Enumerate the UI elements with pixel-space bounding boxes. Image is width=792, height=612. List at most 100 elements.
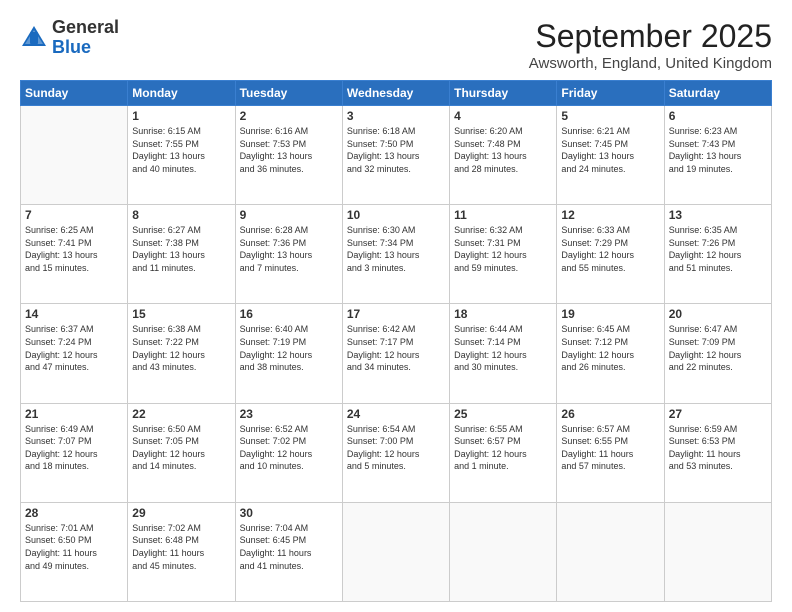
day-number: 26 <box>561 407 659 421</box>
day-info: Sunrise: 6:35 AM Sunset: 7:26 PM Dayligh… <box>669 224 767 274</box>
title-block: September 2025 Awsworth, England, United… <box>529 18 772 72</box>
day-number: 23 <box>240 407 338 421</box>
calendar-cell <box>557 502 664 601</box>
day-number: 13 <box>669 208 767 222</box>
day-info: Sunrise: 6:55 AM Sunset: 6:57 PM Dayligh… <box>454 423 552 473</box>
calendar-table: SundayMondayTuesdayWednesdayThursdayFrid… <box>20 80 772 602</box>
calendar-cell: 18 Sunrise: 6:44 AM Sunset: 7:14 PM Dayli… <box>450 304 557 403</box>
day-number: 27 <box>669 407 767 421</box>
day-number: 18 <box>454 307 552 321</box>
day-info: Sunrise: 6:45 AM Sunset: 7:12 PM Dayligh… <box>561 323 659 373</box>
calendar-cell: 26 Sunrise: 6:57 AM Sunset: 6:55 PM Dayli… <box>557 403 664 502</box>
day-number: 5 <box>561 109 659 123</box>
day-info: Sunrise: 6:50 AM Sunset: 7:05 PM Dayligh… <box>132 423 230 473</box>
calendar-cell: 10Sunrise: 6:30 AM Sunset: 7:34 PM Dayli… <box>342 205 449 304</box>
day-number: 6 <box>669 109 767 123</box>
weekday-header-wednesday: Wednesday <box>342 81 449 106</box>
day-number: 8 <box>132 208 230 222</box>
day-info: Sunrise: 7:01 AM Sunset: 6:50 PM Dayligh… <box>25 522 123 572</box>
calendar-cell: 2Sunrise: 6:16 AM Sunset: 7:53 PM Daylig… <box>235 106 342 205</box>
day-info: Sunrise: 6:25 AM Sunset: 7:41 PM Dayligh… <box>25 224 123 274</box>
day-number: 30 <box>240 506 338 520</box>
calendar-cell: 17 Sunrise: 6:42 AM Sunset: 7:17 PM Dayli… <box>342 304 449 403</box>
logo-icon <box>20 24 48 52</box>
location-subtitle: Awsworth, England, United Kingdom <box>529 55 772 72</box>
page: General Blue September 2025 Awsworth, En… <box>0 0 792 612</box>
calendar-cell: 16 Sunrise: 6:40 AM Sunset: 7:19 PM Dayli… <box>235 304 342 403</box>
day-number: 17 <box>347 307 445 321</box>
week-row-4: 21Sunrise: 6:49 AM Sunset: 7:07 PM Dayli… <box>21 403 772 502</box>
day-number: 7 <box>25 208 123 222</box>
calendar-cell: 21Sunrise: 6:49 AM Sunset: 7:07 PM Dayli… <box>21 403 128 502</box>
calendar-cell: 8 Sunrise: 6:27 AM Sunset: 7:38 PM Daylig… <box>128 205 235 304</box>
calendar-cell <box>342 502 449 601</box>
day-number: 9 <box>240 208 338 222</box>
weekday-header-friday: Friday <box>557 81 664 106</box>
day-number: 4 <box>454 109 552 123</box>
day-number: 14 <box>25 307 123 321</box>
calendar-cell: 15Sunrise: 6:38 AM Sunset: 7:22 PM Dayli… <box>128 304 235 403</box>
calendar-cell: 20Sunrise: 6:47 AM Sunset: 7:09 PM Dayli… <box>664 304 771 403</box>
day-info: Sunrise: 6:15 AM Sunset: 7:55 PM Dayligh… <box>132 125 230 175</box>
day-number: 2 <box>240 109 338 123</box>
weekday-header-tuesday: Tuesday <box>235 81 342 106</box>
day-number: 10 <box>347 208 445 222</box>
logo-general-text: General <box>52 17 119 37</box>
week-row-3: 14 Sunrise: 6:37 AM Sunset: 7:24 PM Dayli… <box>21 304 772 403</box>
calendar-cell: 3Sunrise: 6:18 AM Sunset: 7:50 PM Daylig… <box>342 106 449 205</box>
day-number: 29 <box>132 506 230 520</box>
day-info: Sunrise: 6:54 AM Sunset: 7:00 PM Dayligh… <box>347 423 445 473</box>
calendar-cell: 30 Sunrise: 7:04 AM Sunset: 6:45 PM Dayli… <box>235 502 342 601</box>
day-info: Sunrise: 6:23 AM Sunset: 7:43 PM Dayligh… <box>669 125 767 175</box>
day-number: 16 <box>240 307 338 321</box>
calendar-cell: 14 Sunrise: 6:37 AM Sunset: 7:24 PM Dayli… <box>21 304 128 403</box>
weekday-header-saturday: Saturday <box>664 81 771 106</box>
calendar-cell: 25 Sunrise: 6:55 AM Sunset: 6:57 PM Dayli… <box>450 403 557 502</box>
logo-blue-text: Blue <box>52 37 91 57</box>
day-info: Sunrise: 6:20 AM Sunset: 7:48 PM Dayligh… <box>454 125 552 175</box>
week-row-2: 7 Sunrise: 6:25 AM Sunset: 7:41 PM Daylig… <box>21 205 772 304</box>
day-info: Sunrise: 6:18 AM Sunset: 7:50 PM Dayligh… <box>347 125 445 175</box>
calendar-cell: 28Sunrise: 7:01 AM Sunset: 6:50 PM Dayli… <box>21 502 128 601</box>
calendar-cell: 1 Sunrise: 6:15 AM Sunset: 7:55 PM Daylig… <box>128 106 235 205</box>
weekday-header-thursday: Thursday <box>450 81 557 106</box>
day-number: 19 <box>561 307 659 321</box>
calendar-cell: 29 Sunrise: 7:02 AM Sunset: 6:48 PM Dayli… <box>128 502 235 601</box>
day-info: Sunrise: 6:42 AM Sunset: 7:17 PM Dayligh… <box>347 323 445 373</box>
calendar-cell: 27 Sunrise: 6:59 AM Sunset: 6:53 PM Dayli… <box>664 403 771 502</box>
calendar-cell: 19 Sunrise: 6:45 AM Sunset: 7:12 PM Dayli… <box>557 304 664 403</box>
calendar-cell: 7 Sunrise: 6:25 AM Sunset: 7:41 PM Daylig… <box>21 205 128 304</box>
calendar-cell: 23Sunrise: 6:52 AM Sunset: 7:02 PM Dayli… <box>235 403 342 502</box>
day-number: 21 <box>25 407 123 421</box>
calendar-cell <box>664 502 771 601</box>
day-number: 20 <box>669 307 767 321</box>
day-info: Sunrise: 6:57 AM Sunset: 6:55 PM Dayligh… <box>561 423 659 473</box>
calendar-cell: 6 Sunrise: 6:23 AM Sunset: 7:43 PM Daylig… <box>664 106 771 205</box>
day-info: Sunrise: 6:33 AM Sunset: 7:29 PM Dayligh… <box>561 224 659 274</box>
calendar-cell: 5Sunrise: 6:21 AM Sunset: 7:45 PM Daylig… <box>557 106 664 205</box>
logo: General Blue <box>20 18 119 58</box>
day-info: Sunrise: 6:27 AM Sunset: 7:38 PM Dayligh… <box>132 224 230 274</box>
calendar-cell: 11 Sunrise: 6:32 AM Sunset: 7:31 PM Dayli… <box>450 205 557 304</box>
calendar-cell <box>21 106 128 205</box>
day-info: Sunrise: 7:02 AM Sunset: 6:48 PM Dayligh… <box>132 522 230 572</box>
day-number: 25 <box>454 407 552 421</box>
week-row-1: 1 Sunrise: 6:15 AM Sunset: 7:55 PM Daylig… <box>21 106 772 205</box>
calendar-cell: 4 Sunrise: 6:20 AM Sunset: 7:48 PM Daylig… <box>450 106 557 205</box>
day-number: 24 <box>347 407 445 421</box>
day-number: 11 <box>454 208 552 222</box>
day-info: Sunrise: 6:38 AM Sunset: 7:22 PM Dayligh… <box>132 323 230 373</box>
calendar-cell: 13 Sunrise: 6:35 AM Sunset: 7:26 PM Dayli… <box>664 205 771 304</box>
header: General Blue September 2025 Awsworth, En… <box>20 18 772 72</box>
day-info: Sunrise: 6:40 AM Sunset: 7:19 PM Dayligh… <box>240 323 338 373</box>
day-info: Sunrise: 6:37 AM Sunset: 7:24 PM Dayligh… <box>25 323 123 373</box>
day-info: Sunrise: 6:59 AM Sunset: 6:53 PM Dayligh… <box>669 423 767 473</box>
day-number: 22 <box>132 407 230 421</box>
day-info: Sunrise: 6:32 AM Sunset: 7:31 PM Dayligh… <box>454 224 552 274</box>
calendar-cell: 24 Sunrise: 6:54 AM Sunset: 7:00 PM Dayli… <box>342 403 449 502</box>
day-info: Sunrise: 7:04 AM Sunset: 6:45 PM Dayligh… <box>240 522 338 572</box>
calendar-cell: 12Sunrise: 6:33 AM Sunset: 7:29 PM Dayli… <box>557 205 664 304</box>
day-number: 1 <box>132 109 230 123</box>
day-info: Sunrise: 6:28 AM Sunset: 7:36 PM Dayligh… <box>240 224 338 274</box>
day-info: Sunrise: 6:44 AM Sunset: 7:14 PM Dayligh… <box>454 323 552 373</box>
